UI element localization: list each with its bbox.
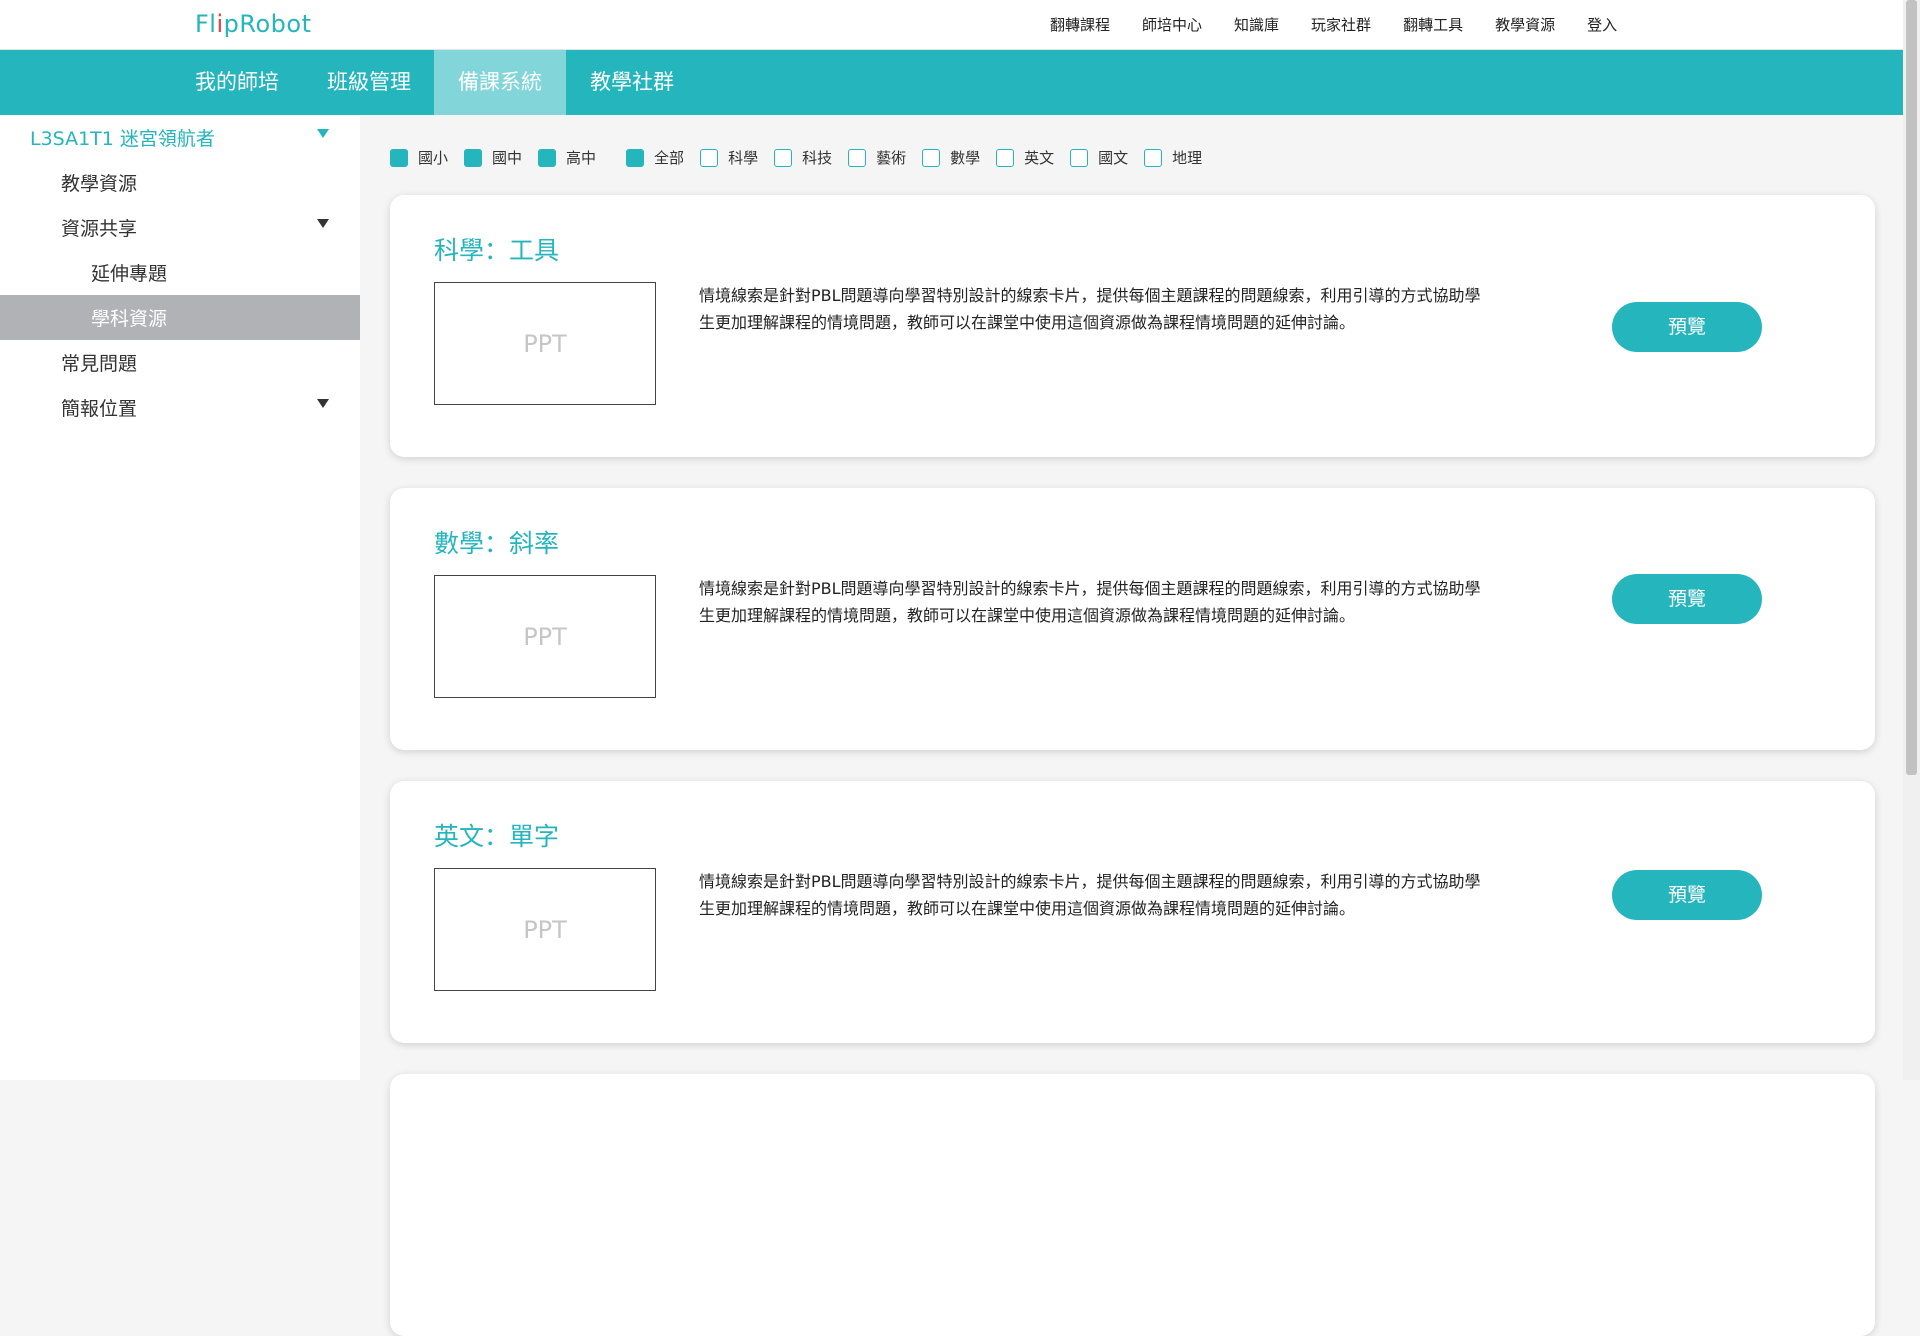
tab-class-management[interactable]: 班級管理 [310, 50, 428, 115]
scrollbar-thumb[interactable] [1906, 0, 1917, 775]
filter-label: 地理 [1172, 149, 1203, 167]
sidebar: L3SA1T1 迷宮領航者 教學資源 資源共享 延伸專題 學科資源 常見問題 簡… [0, 115, 360, 1080]
resource-card-english: 英文：單字 PPT 情境線索是針對PBL問題導向學習特別設計的線索卡片，提供每個… [390, 781, 1875, 1043]
filter-english[interactable]: 英文 [996, 147, 1054, 168]
sidebar-item-label: 簡報位置 [61, 398, 138, 420]
filter-math[interactable]: 數學 [922, 147, 980, 168]
sidebar-item-extended-topics[interactable]: 延伸專題 [0, 250, 360, 295]
sidebar-item-label: 學科資源 [91, 308, 168, 330]
logo-text-dot: i [216, 10, 224, 38]
sidebar-item-teaching-resources[interactable]: 教學資源 [0, 160, 360, 205]
filter-junior-high[interactable]: 國中 [464, 147, 522, 168]
sidebar-item-slides-location[interactable]: 簡報位置 [0, 385, 360, 430]
chevron-down-icon[interactable] [317, 219, 329, 228]
checkbox-art[interactable] [848, 148, 867, 167]
flip-robot-logo[interactable]: FlipRobot [195, 10, 312, 38]
main-navigation: 我的師培 班級管理 備課系統 教學社群 [0, 50, 1903, 115]
sidebar-item-label: 資源共享 [61, 218, 138, 240]
filter-label: 英文 [1024, 149, 1055, 167]
filter-technology[interactable]: 科技 [774, 147, 832, 168]
tab-my-training[interactable]: 我的師培 [178, 50, 296, 115]
checkbox-all[interactable] [626, 148, 645, 167]
logo-text-end: pRobot [223, 10, 312, 38]
checkbox-geography[interactable] [1144, 148, 1163, 167]
sidebar-item-label: 延伸專題 [91, 263, 168, 285]
tab-lesson-prep[interactable]: 備課系統 [434, 50, 566, 115]
filter-label: 高中 [566, 149, 597, 167]
sidebar-item-resource-sharing[interactable]: 資源共享 [0, 205, 360, 250]
filter-bar: 國小 國中 高中 全部 科學 科技 藝術 數學 英文 國文 地理 [390, 147, 1218, 168]
topnav-teaching-resources[interactable]: 教學資源 [1495, 14, 1555, 35]
checkbox-science[interactable] [700, 148, 719, 167]
resource-card-partial [390, 1074, 1875, 1336]
checkbox-senior-high[interactable] [538, 148, 557, 167]
filter-label: 科技 [802, 149, 833, 167]
preview-button[interactable]: 預覽 [1612, 302, 1762, 352]
sidebar-item-label: 教學資源 [61, 173, 138, 195]
sidebar-item-label: 常見問題 [61, 353, 138, 375]
filter-elementary[interactable]: 國小 [390, 147, 448, 168]
ppt-thumbnail: PPT [434, 868, 656, 991]
sidebar-item-subject-resources[interactable]: 學科資源 [0, 295, 360, 340]
card-title: 科學：工具 [434, 236, 560, 265]
filter-all[interactable]: 全部 [626, 147, 684, 168]
filter-label: 科學 [728, 149, 759, 167]
ppt-thumbnail: PPT [434, 575, 656, 698]
filter-label: 國文 [1098, 149, 1129, 167]
topnav-flip-courses[interactable]: 翻轉課程 [1050, 14, 1110, 35]
filter-label: 藝術 [876, 149, 907, 167]
card-title: 英文：單字 [434, 822, 560, 851]
ppt-thumbnail: PPT [434, 282, 656, 405]
filter-label: 數學 [950, 149, 981, 167]
preview-button[interactable]: 預覽 [1612, 870, 1762, 920]
card-description: 情境線索是針對PBL問題導向學習特別設計的線索卡片，提供每個主題課程的問題線索，… [699, 579, 1481, 625]
filter-art[interactable]: 藝術 [848, 147, 906, 168]
filter-label: 全部 [654, 149, 685, 167]
top-navigation: 翻轉課程 師培中心 知識庫 玩家社群 翻轉工具 教學資源 登入 [1050, 14, 1649, 35]
checkbox-math[interactable] [922, 148, 941, 167]
checkbox-elementary[interactable] [390, 148, 408, 167]
filter-label: 國小 [418, 149, 449, 167]
card-description: 情境線索是針對PBL問題導向學習特別設計的線索卡片，提供每個主題課程的問題線索，… [699, 286, 1481, 332]
logo-text-start: Fl [195, 10, 217, 38]
filter-senior-high[interactable]: 高中 [538, 147, 596, 168]
checkbox-chinese[interactable] [1070, 148, 1089, 167]
sidebar-item-faq[interactable]: 常見問題 [0, 340, 360, 385]
chevron-down-icon[interactable] [317, 129, 329, 138]
checkbox-english[interactable] [996, 148, 1015, 167]
resource-card-math: 數學：斜率 PPT 情境線索是針對PBL問題導向學習特別設計的線索卡片，提供每個… [390, 488, 1875, 750]
sidebar-course-header[interactable]: L3SA1T1 迷宮領航者 [0, 115, 360, 160]
preview-button[interactable]: 預覽 [1612, 574, 1762, 624]
card-description: 情境線索是針對PBL問題導向學習特別設計的線索卡片，提供每個主題課程的問題線索，… [699, 872, 1481, 918]
sidebar-course-title: L3SA1T1 迷宮領航者 [30, 128, 215, 150]
filter-geography[interactable]: 地理 [1144, 147, 1202, 168]
filter-chinese[interactable]: 國文 [1070, 147, 1128, 168]
topnav-flip-tools[interactable]: 翻轉工具 [1403, 14, 1463, 35]
filter-label: 國中 [492, 149, 523, 167]
topnav-knowledge-base[interactable]: 知識庫 [1234, 14, 1279, 35]
content-area: 國小 國中 高中 全部 科學 科技 藝術 數學 英文 國文 地理 科學：工具 P… [360, 115, 1903, 1336]
page-scrollbar[interactable] [1903, 0, 1920, 1080]
resource-card-science: 科學：工具 PPT 情境線索是針對PBL問題導向學習特別設計的線索卡片，提供每個… [390, 195, 1875, 457]
topnav-teacher-center[interactable]: 師培中心 [1142, 14, 1202, 35]
filter-science[interactable]: 科學 [700, 147, 758, 168]
checkbox-junior-high[interactable] [464, 148, 483, 167]
topnav-player-community[interactable]: 玩家社群 [1311, 14, 1371, 35]
card-title: 數學：斜率 [434, 529, 560, 558]
top-bar: FlipRobot 翻轉課程 師培中心 知識庫 玩家社群 翻轉工具 教學資源 登… [0, 0, 1903, 50]
tab-teaching-community[interactable]: 教學社群 [574, 50, 690, 115]
checkbox-technology[interactable] [774, 148, 793, 167]
chevron-down-icon[interactable] [317, 399, 329, 408]
topnav-login[interactable]: 登入 [1587, 14, 1617, 35]
